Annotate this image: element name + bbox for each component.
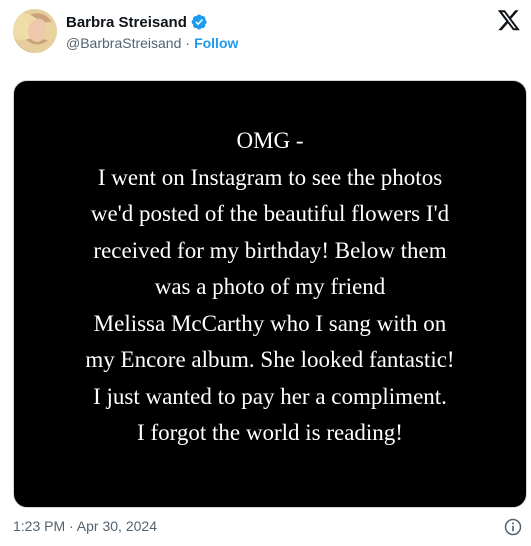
note-text: OMG - I went on Instagram to see the pho… [14,123,526,452]
note-line: received for my birthday! Below them [93,237,447,263]
author-handle[interactable]: @BarbraStreisand [66,35,181,51]
x-logo-icon[interactable] [497,8,521,32]
note-line: Melissa McCarthy who I sang with on [93,310,447,336]
avatar-face [28,20,46,42]
note-image[interactable]: OMG - I went on Instagram to see the pho… [13,80,527,508]
avatar[interactable] [13,9,57,53]
note-line: I forgot the world is reading! [137,420,403,445]
post-header: Barbra Streisand @BarbraStreisand · Foll… [0,0,531,70]
note-line: I went on Instagram to see the photos [97,164,443,190]
verified-badge-icon [191,14,207,30]
note-line: my Encore album. She looked fantastic! [85,347,455,372]
author-name-row: Barbra Streisand [66,12,208,32]
note-line: I just wanted to pay her a compliment. [93,383,447,409]
author-name[interactable]: Barbra Streisand [66,14,187,31]
note-line: was a photo of my friend [154,274,386,299]
separator-dot: · [185,35,191,51]
note-line: we'd posted of the beautiful flowers I'd [90,201,450,226]
info-icon[interactable] [503,517,523,537]
follow-button[interactable]: Follow [194,35,238,51]
note-line: OMG - [236,128,304,153]
post-timestamp[interactable]: 1:23 PM · Apr 30, 2024 [13,518,157,534]
author-handle-row: @BarbraStreisand · Follow [66,35,238,51]
